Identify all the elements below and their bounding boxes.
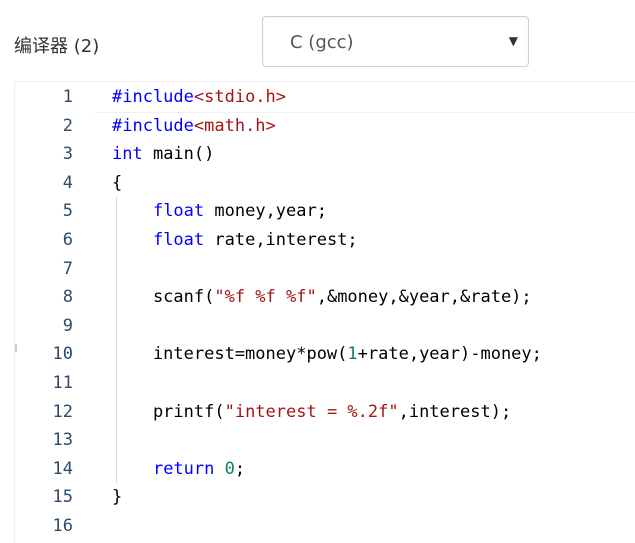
code-text: return 0; — [112, 455, 245, 484]
line-number: 1 — [62, 87, 73, 107]
code-text: #include<stdio.h> — [112, 83, 286, 112]
code-token: rate,interest; — [204, 230, 358, 250]
line-number: 5 — [62, 201, 73, 222]
code-line[interactable]: 12 printf("interest = %.2f",interest); — [15, 398, 635, 427]
code-token: float — [152, 201, 205, 222]
code-text: interest=money*pow(1+rate,year)-money; — [112, 340, 542, 369]
code-token: #include — [112, 115, 194, 136]
code-text: float rate,interest; — [112, 226, 358, 255]
line-number: 12 — [52, 401, 73, 422]
code-line[interactable]: 14 return 0; — [15, 455, 635, 484]
chevron-down-icon: ▼ — [508, 34, 518, 48]
code-token: 1 — [347, 344, 358, 365]
code-token: money,year; — [204, 201, 327, 222]
code-text: #include<math.h> — [112, 112, 276, 141]
code-token: #include — [112, 87, 194, 107]
code-line[interactable]: 15} — [15, 483, 635, 512]
code-line[interactable]: 1 #include<stdio.h> — [15, 83, 635, 112]
code-text: printf("interest = %.2f",interest); — [112, 398, 511, 427]
code-token: scanf( — [112, 287, 215, 308]
code-line[interactable]: 6 float rate,interest; — [15, 226, 635, 255]
line-number: 9 — [62, 315, 73, 336]
code-line[interactable]: 16 — [15, 512, 635, 541]
code-token: return — [152, 458, 215, 479]
code-token: { — [112, 172, 123, 193]
code-text: int main() — [112, 140, 214, 169]
code-line[interactable]: 13 — [15, 426, 635, 455]
line-number: 2 — [62, 115, 73, 136]
line-number: 14 — [52, 458, 73, 479]
code-text: scanf("%f %f %f",&money,&year,&rate); — [112, 283, 532, 312]
code-token: "%f %f %f" — [214, 287, 317, 308]
code-text: float money,year; — [112, 197, 327, 226]
code-line[interactable]: 11 — [15, 369, 635, 398]
line-number: 6 — [62, 230, 73, 250]
line-number: 15 — [52, 487, 73, 508]
code-line[interactable]: 8 scanf("%f %f %f",&money,&year,&rate); — [15, 283, 635, 312]
code-token: <math.h> — [193, 115, 276, 136]
code-token: printf( — [112, 401, 225, 422]
code-token: interest=money*pow( — [112, 344, 348, 365]
line-number: 11 — [52, 373, 73, 393]
code-token: ; — [234, 458, 246, 479]
code-line[interactable]: 2 #include<math.h> — [15, 112, 635, 141]
code-line[interactable]: 5 float money,year; — [15, 197, 635, 226]
code-line[interactable]: 3 int main() — [15, 140, 635, 169]
code-token: 0 — [224, 458, 235, 479]
code-token: ,&money,&year,&rate); — [316, 287, 532, 308]
code-token: <stdio.h> — [193, 87, 287, 107]
line-number: 7 — [62, 258, 73, 279]
code-text: { — [112, 169, 122, 198]
line-number: 8 — [62, 287, 73, 308]
code-token: } — [112, 487, 123, 508]
compiler-select[interactable]: C (gcc) ▼ — [262, 16, 529, 67]
code-token: "interest = %.2f" — [224, 401, 399, 422]
code-line[interactable]: 10 interest=money*pow(1+rate,year)-money… — [15, 340, 635, 369]
line-number: 3 — [62, 144, 73, 165]
line-number: 10 — [52, 344, 73, 365]
code-text: } — [112, 483, 122, 512]
compiler-label: 编译器 (2) — [14, 36, 100, 57]
code-token: float — [152, 230, 205, 250]
code-token: +rate,year)-money; — [357, 344, 542, 365]
line-number: 13 — [52, 430, 73, 451]
code-line[interactable]: 4{ — [15, 169, 635, 198]
code-token: main() — [142, 144, 215, 165]
code-token: int — [112, 144, 143, 165]
line-number: 16 — [52, 516, 73, 536]
code-line[interactable]: 7 — [15, 255, 635, 284]
line-number: 4 — [62, 172, 73, 193]
compiler-select-value: C (gcc) — [290, 32, 354, 53]
code-line[interactable]: 9 — [15, 312, 635, 341]
code-token: ,interest); — [398, 401, 512, 422]
code-editor[interactable]: 1 #include<stdio.h> 2 #include<math.h> 3 int … — [14, 81, 635, 543]
